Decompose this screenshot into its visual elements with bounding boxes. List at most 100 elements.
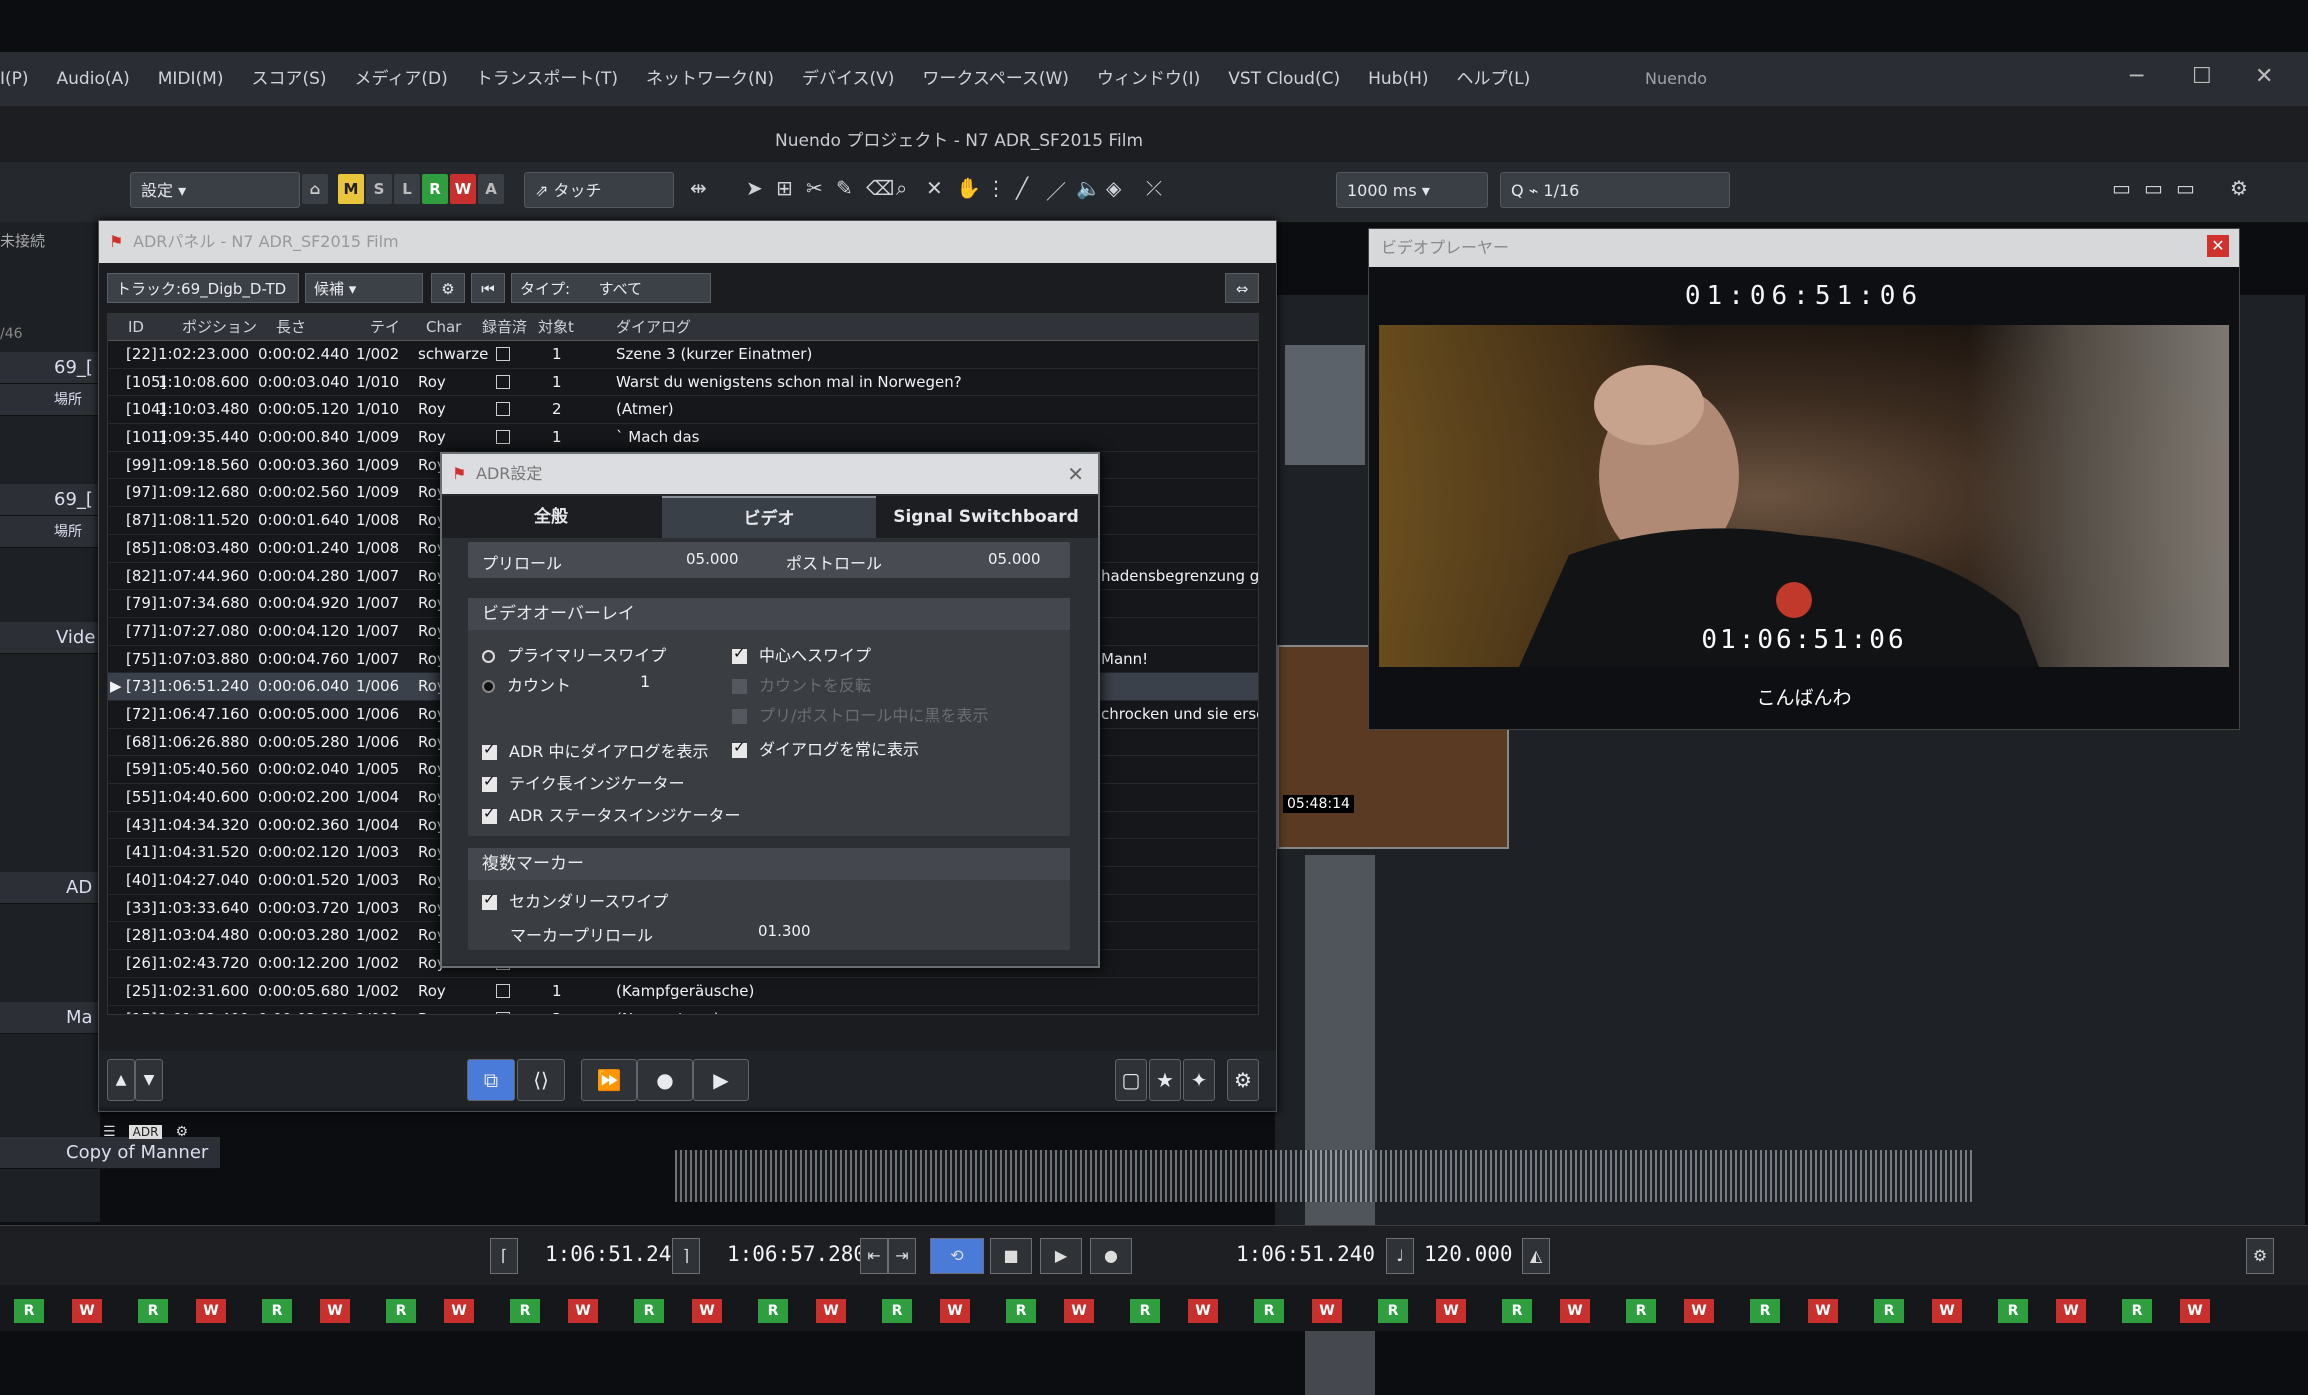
- gear-icon[interactable]: ⚙: [176, 1124, 189, 1140]
- listen-button[interactable]: L: [394, 174, 420, 204]
- write-automation-button[interactable]: W: [568, 1299, 598, 1323]
- menu-item[interactable]: デバイス(V): [802, 52, 894, 106]
- preroll-value[interactable]: 05.000: [686, 550, 739, 568]
- write-automation-button[interactable]: W: [2056, 1299, 2086, 1323]
- write-automation-button[interactable]: W: [2180, 1299, 2210, 1323]
- star-icon[interactable]: ★: [1149, 1059, 1181, 1101]
- play-icon[interactable]: ▶: [1040, 1238, 1082, 1274]
- solo-button[interactable]: S: [366, 174, 392, 204]
- nudge-value-selector[interactable]: 1000 ms ▾: [1336, 172, 1488, 208]
- automation-mode-selector[interactable]: ⇗ タッチ: [524, 172, 674, 208]
- read-automation-button[interactable]: R: [1750, 1299, 1780, 1323]
- write-automation-button[interactable]: W: [1808, 1299, 1838, 1323]
- stop-icon[interactable]: ■: [990, 1238, 1032, 1274]
- always-show-dialog-option[interactable]: ダイアログを常に表示: [732, 736, 919, 760]
- recorded-checkbox[interactable]: [496, 983, 510, 998]
- write-automation-button[interactable]: W: [940, 1299, 970, 1323]
- close-icon[interactable]: ✕: [2207, 235, 2229, 257]
- table-row[interactable]: [22] 1:02:23.000 0:00:02.440 1/002 schwarze 1…: [108, 341, 1258, 369]
- right-locator-time[interactable]: 1:06:57.280: [727, 1242, 866, 1266]
- write-automation-button[interactable]: W: [1436, 1299, 1466, 1323]
- col-take[interactable]: テイ: [370, 314, 400, 340]
- write-automation-button[interactable]: W: [320, 1299, 350, 1323]
- read-button[interactable]: R: [422, 174, 448, 204]
- layout-right-icon[interactable]: ▭: [2176, 176, 2195, 200]
- table-row[interactable]: [101] 1:09:35.440 0:00:00.840 1/009 Roy 1 ` Ma…: [108, 424, 1258, 452]
- write-automation-button[interactable]: W: [72, 1299, 102, 1323]
- settings-gear-icon[interactable]: ⚙: [2230, 176, 2248, 200]
- magic-icon[interactable]: ✦: [1183, 1059, 1215, 1101]
- read-automation-button[interactable]: R: [634, 1299, 664, 1323]
- count-value[interactable]: 1: [640, 672, 650, 691]
- write-automation-button[interactable]: W: [1312, 1299, 1342, 1323]
- left-locator-time[interactable]: 1:06:51.240: [545, 1242, 684, 1266]
- tab-general[interactable]: 全般: [442, 496, 660, 538]
- play-icon[interactable]: ▶: [693, 1059, 749, 1101]
- metronome-icon[interactable]: ◭: [1522, 1238, 1550, 1274]
- move-up-icon[interactable]: ▲: [107, 1059, 135, 1101]
- layout-center-icon[interactable]: ▭: [2144, 176, 2163, 200]
- menu-item[interactable]: Audio(A): [57, 52, 130, 106]
- close-icon[interactable]: ✕: [1067, 454, 1084, 494]
- read-automation-button[interactable]: R: [1502, 1299, 1532, 1323]
- tab-signal-switchboard[interactable]: Signal Switchboard: [878, 496, 1094, 538]
- menu-item[interactable]: Hub(H): [1368, 52, 1428, 106]
- write-automation-button[interactable]: W: [692, 1299, 722, 1323]
- quantize-selector[interactable]: Q ⌁ 1/16: [1500, 172, 1730, 208]
- show-dialog-adr-option[interactable]: ADR 中にダイアログを表示: [482, 738, 708, 762]
- menu-item[interactable]: VST Cloud(C): [1228, 52, 1340, 106]
- col-id[interactable]: ID: [128, 314, 144, 340]
- erase-tool-icon[interactable]: ⌫: [866, 176, 894, 200]
- preview-mode-icon[interactable]: ⧉: [467, 1059, 515, 1101]
- go-to-start-icon[interactable]: ⏮: [471, 273, 505, 303]
- write-automation-button[interactable]: W: [444, 1299, 474, 1323]
- count-option[interactable]: カウント: [482, 672, 571, 696]
- draw-tool-icon[interactable]: ╱: [1016, 176, 1028, 200]
- col-char[interactable]: Char: [426, 314, 461, 340]
- list-icon[interactable]: ☰: [103, 1124, 116, 1140]
- gear-icon[interactable]: ⚙: [431, 273, 465, 303]
- menu-item[interactable]: スコア(S): [251, 52, 326, 106]
- recorded-checkbox[interactable]: [496, 374, 510, 389]
- tab-video[interactable]: ビデオ: [662, 496, 876, 538]
- col-recorded[interactable]: 録音済: [482, 314, 527, 340]
- recorded-checkbox[interactable]: [496, 1011, 510, 1014]
- type-selector[interactable]: タイプ: すべて: [511, 273, 711, 303]
- menu-item[interactable]: ヘルプ(L): [1457, 52, 1531, 106]
- read-automation-button[interactable]: R: [1254, 1299, 1284, 1323]
- read-automation-button[interactable]: R: [1626, 1299, 1656, 1323]
- recorded-checkbox[interactable]: [496, 347, 510, 361]
- hand-tool-icon[interactable]: ✋: [956, 176, 981, 200]
- pencil-tool-icon[interactable]: ✎: [836, 176, 853, 200]
- cycle-icon[interactable]: ⟲: [930, 1238, 984, 1274]
- menu-item[interactable]: ウィンドウ(I): [1097, 52, 1200, 106]
- track-header-2[interactable]: 69_[: [0, 484, 100, 516]
- tempo-track-icon[interactable]: ♩: [1386, 1238, 1414, 1274]
- adr-status-option[interactable]: ADR ステータスインジケーター: [482, 802, 740, 826]
- read-automation-button[interactable]: R: [2122, 1299, 2152, 1323]
- color-tool-icon[interactable]: ◈: [1106, 176, 1121, 200]
- track-selector[interactable]: トラック:69_Digb_D-TD: [107, 273, 299, 303]
- line-tool-icon[interactable]: ／: [1046, 176, 1066, 205]
- menu-item[interactable]: メディア(D): [355, 52, 448, 106]
- ma-track-header[interactable]: Ma: [0, 1002, 100, 1034]
- menu-item[interactable]: トランスポート(T): [476, 52, 618, 106]
- right-locator-icon[interactable]: ⌉: [672, 1238, 700, 1274]
- read-automation-button[interactable]: R: [510, 1299, 540, 1323]
- recorded-checkbox[interactable]: [496, 430, 510, 445]
- settings-gear-icon[interactable]: ⚙: [1227, 1059, 1259, 1101]
- col-dialog[interactable]: ダイアログ: [616, 314, 691, 340]
- write-automation-button[interactable]: W: [816, 1299, 846, 1323]
- maximize-icon[interactable]: ☐: [2192, 64, 2212, 89]
- col-length[interactable]: 長さ: [276, 314, 306, 340]
- table-row[interactable]: [104] 1:10:03.480 0:00:05.120 1/010 Roy 2 (Atm…: [108, 396, 1258, 425]
- read-automation-button[interactable]: R: [138, 1299, 168, 1323]
- read-automation-button[interactable]: R: [386, 1299, 416, 1323]
- mute-tool-icon[interactable]: ✕: [926, 176, 943, 200]
- menu-item[interactable]: ネットワーク(N): [646, 52, 774, 106]
- write-button[interactable]: W: [450, 174, 476, 204]
- menu-item[interactable]: I(P): [0, 52, 29, 106]
- write-automation-button[interactable]: W: [1684, 1299, 1714, 1323]
- split-tool-icon[interactable]: ✂: [806, 176, 823, 200]
- table-row[interactable]: [105] 1:10:08.600 0:00:03.040 1/010 Roy 1 Wars…: [108, 369, 1258, 397]
